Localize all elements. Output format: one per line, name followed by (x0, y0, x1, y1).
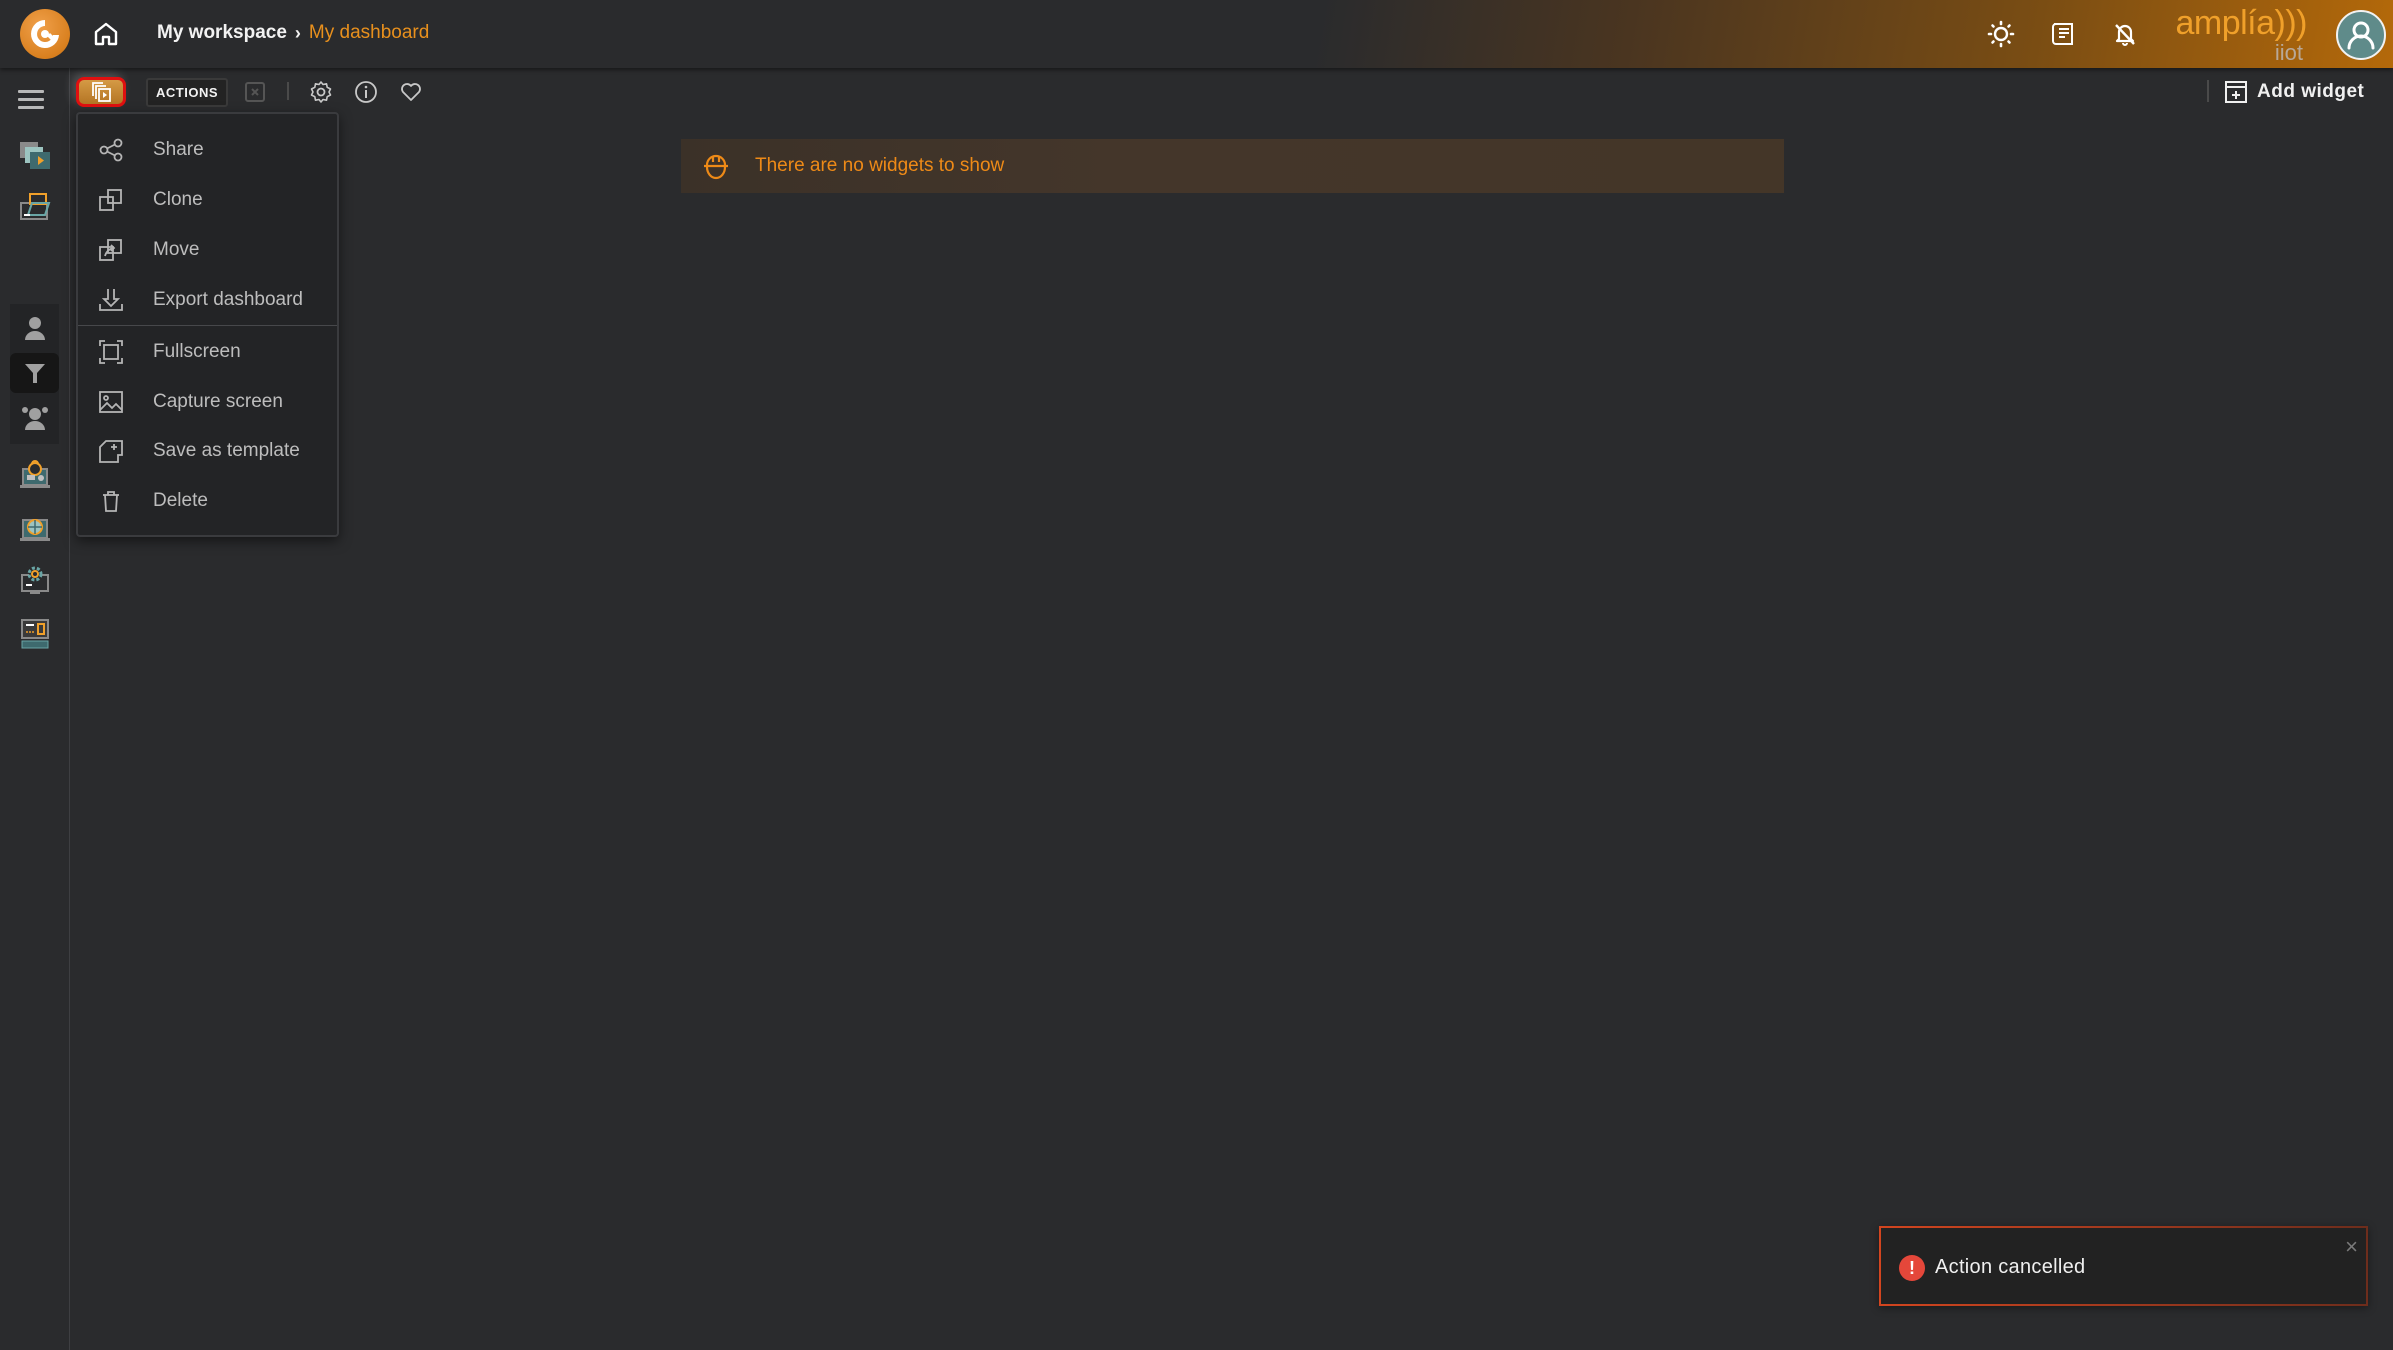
breadcrumb: My workspace › My dashboard (157, 22, 429, 44)
settings-gear-icon[interactable] (309, 80, 333, 104)
device-monitor-icon (20, 619, 49, 649)
menu-item-label: Save as template (153, 440, 300, 461)
menu-item-clone[interactable]: Clone (78, 178, 337, 222)
sidebar-item-network[interactable] (10, 506, 59, 550)
sidebar-item-users[interactable] (10, 306, 59, 350)
dashboards-stack-icon (92, 82, 111, 102)
group-icon (21, 407, 48, 430)
menu-item-label: Fullscreen (153, 341, 241, 362)
gear-monitor-icon (20, 566, 49, 594)
theme-sun-icon[interactable] (1987, 20, 2015, 48)
breadcrumb-current: My dashboard (308, 22, 430, 43)
save-template-icon (99, 440, 123, 463)
menu-item-move[interactable]: Move (78, 228, 337, 272)
no-widgets-message: There are no widgets to show (755, 155, 1005, 176)
sidebar-item-filters[interactable] (10, 353, 59, 393)
toolbar-divider (287, 82, 289, 100)
dashboards-icon (19, 142, 50, 169)
actions-label: ACTIONS (146, 78, 228, 107)
brand-logo: amplía))) iiot (2175, 4, 2307, 66)
sidebar-item-workspaces[interactable] (10, 186, 59, 230)
top-header: My workspace › My dashboard amplía))) ii… (0, 0, 2393, 68)
filter-icon (24, 364, 45, 383)
brand-name: amplía))) (2175, 4, 2307, 42)
export-icon (99, 289, 123, 311)
lock-monitor-icon (19, 460, 50, 488)
favorite-heart-icon[interactable] (399, 80, 423, 104)
info-icon[interactable] (354, 80, 378, 104)
user-icon (24, 317, 45, 340)
dashboard-selector-button[interactable] (76, 77, 126, 107)
share-icon (99, 138, 123, 162)
dashboard-toolbar: ACTIONS Add widget (70, 68, 2393, 118)
add-widget-button[interactable]: Add widget (2225, 78, 2364, 106)
sidebar-item-groups[interactable] (10, 396, 59, 440)
menu-item-delete[interactable]: Delete (78, 479, 337, 523)
folder-monitor-icon (19, 193, 50, 220)
add-widget-label: Add widget (2257, 81, 2365, 102)
error-alert-icon: ! (1899, 1255, 1925, 1281)
menu-item-label: Delete (153, 490, 208, 511)
hard-hat-icon (704, 154, 728, 180)
menu-item-save-template[interactable]: Save as template (78, 429, 337, 473)
no-widgets-banner: There are no widgets to show (681, 139, 1784, 193)
move-icon (99, 239, 122, 261)
image-icon (99, 391, 123, 413)
sidebar-item-devices[interactable] (10, 612, 59, 656)
menu-item-label: Move (153, 239, 200, 260)
add-widget-icon (2225, 81, 2247, 103)
home-icon[interactable] (93, 21, 119, 47)
menu-item-label: Capture screen (153, 391, 283, 412)
hamburger-menu-icon[interactable] (18, 90, 44, 110)
brand-sub: iiot (2274, 40, 2303, 65)
actions-dropdown-menu: Share Clone Move Export dashboard Fullsc… (76, 112, 339, 537)
menu-item-share[interactable]: Share (78, 128, 337, 172)
breadcrumb-workspace[interactable]: My workspace (157, 22, 287, 44)
user-avatar-icon[interactable] (2336, 10, 2386, 60)
toast-message: Action cancelled (1935, 1256, 2086, 1278)
menu-separator (78, 325, 337, 326)
menu-item-label: Clone (153, 189, 203, 210)
clone-icon (99, 189, 122, 211)
globe-monitor-icon (19, 519, 50, 541)
menu-item-export[interactable]: Export dashboard (78, 278, 337, 322)
breadcrumb-separator: › (294, 22, 301, 43)
close-icon[interactable]: × (2345, 1236, 2358, 1258)
sidebar (0, 68, 70, 1350)
trash-icon (103, 491, 119, 512)
sidebar-item-security[interactable] (10, 453, 59, 497)
sidebar-item-settings[interactable] (10, 559, 59, 603)
app-logo-icon[interactable] (20, 9, 70, 59)
menu-item-label: Share (153, 139, 204, 160)
sidebar-item-dashboards[interactable] (10, 134, 59, 178)
notifications-off-icon[interactable] (2111, 20, 2139, 48)
release-notes-icon[interactable] (2049, 20, 2077, 48)
menu-item-label: Export dashboard (153, 289, 303, 310)
toast-notification: ! Action cancelled × (1879, 1226, 2368, 1306)
close-square-icon[interactable] (243, 80, 267, 104)
toolbar-divider-right (2207, 80, 2209, 102)
menu-item-capture-screen[interactable]: Capture screen (78, 380, 337, 424)
menu-item-fullscreen[interactable]: Fullscreen (78, 330, 337, 374)
fullscreen-icon (99, 340, 123, 364)
